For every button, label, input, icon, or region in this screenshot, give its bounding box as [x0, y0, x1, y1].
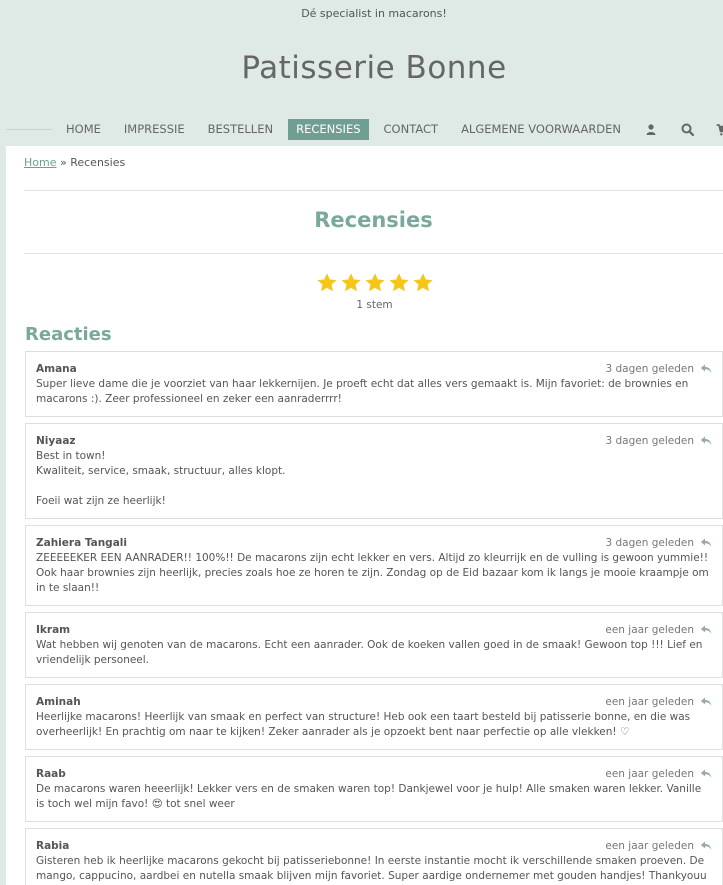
reply-icon[interactable] [700, 624, 712, 636]
review-item: Raab een jaar geleden De macarons waren … [25, 756, 723, 822]
reply-icon[interactable] [700, 768, 712, 780]
reply-icon[interactable] [700, 435, 712, 447]
review-author: Ikram [36, 624, 71, 636]
review-author: Raab [36, 768, 66, 780]
main-content: Home » Recensies Recensies 1 stem Reacti… [6, 146, 723, 885]
review-author: Zahiera Tangali [36, 537, 127, 549]
review-text: ZEEEEEKER EEN AANRADER!! 100%!! De macar… [36, 552, 709, 594]
breadcrumb-current: Recensies [70, 156, 126, 169]
star-icon[interactable] [412, 272, 434, 294]
review-author: Amana [36, 363, 77, 375]
review-list: Amana 3 dagen geleden Super lieve dame d… [25, 351, 723, 885]
breadcrumb-separator: » [59, 156, 67, 169]
star-icon[interactable] [364, 272, 386, 294]
breadcrumb: Home » Recensies [24, 156, 125, 169]
review-time: 3 dagen geleden [605, 363, 694, 375]
star-icon[interactable] [340, 272, 362, 294]
review-item: Aminah een jaar geleden Heerlijke macaro… [25, 684, 723, 750]
review-item: Amana 3 dagen geleden Super lieve dame d… [25, 351, 723, 417]
review-time: een jaar geleden [605, 768, 694, 780]
review-text: De macarons waren heeerlijk! Lekker vers… [36, 783, 702, 810]
star-icon[interactable] [316, 272, 338, 294]
review-item: Niyaaz 3 dagen geleden Best in town! Kwa… [25, 423, 723, 519]
reply-icon[interactable] [700, 840, 712, 852]
review-text: Best in town! Kwaliteit, service, smaak,… [36, 450, 286, 507]
star-icon[interactable] [388, 272, 410, 294]
nav-item-impressie[interactable]: IMPRESSIE [116, 119, 193, 140]
nav-item-contact[interactable]: CONTACT [376, 119, 447, 140]
site-title[interactable]: Patisserie Bonne [0, 50, 723, 86]
vote-count: 1 stem [356, 299, 393, 311]
review-author: Niyaaz [36, 435, 76, 447]
reply-icon[interactable] [700, 363, 712, 375]
review-text: Super lieve dame die je voorziet van haa… [36, 378, 689, 405]
nav-item-bestellen[interactable]: BESTELLEN [200, 119, 281, 140]
main-nav: HOME IMPRESSIE BESTELLEN RECENSIES CONTA… [52, 119, 723, 140]
divider-bottom [24, 253, 723, 254]
review-time: 3 dagen geleden [605, 537, 694, 549]
page-title: Recensies [314, 208, 433, 232]
review-time: een jaar geleden [605, 696, 694, 708]
site-tagline: Dé specialist in macarons! [301, 7, 447, 20]
divider-top [24, 190, 723, 191]
review-author: Rabia [36, 840, 70, 852]
review-text: Wat hebben wij genoten van de macarons. … [36, 639, 703, 666]
review-time: een jaar geleden [605, 840, 694, 852]
review-time: 3 dagen geleden [605, 435, 694, 447]
breadcrumb-home-link[interactable]: Home [24, 156, 56, 169]
review-time: een jaar geleden [605, 624, 694, 636]
nav-item-recensies[interactable]: RECENSIES [288, 119, 369, 140]
reply-icon[interactable] [700, 537, 712, 549]
comments-heading: Reacties [25, 324, 112, 345]
search-icon[interactable] [672, 119, 702, 140]
user-icon[interactable] [636, 119, 666, 140]
review-author: Aminah [36, 696, 81, 708]
review-item: Zahiera Tangali 3 dagen geleden ZEEEEEKE… [25, 525, 723, 606]
review-item: Rabia een jaar geleden Gisteren heb ik h… [25, 828, 723, 885]
rating-stars[interactable] [6, 272, 723, 294]
reply-icon[interactable] [700, 696, 712, 708]
review-text: Heerlijke macarons! Heerlijk van smaak e… [36, 711, 691, 738]
nav-item-algemene-voorwaarden[interactable]: ALGEMENE VOORWAARDEN [453, 119, 629, 140]
nav-item-home[interactable]: HOME [58, 119, 109, 140]
review-item: Ikram een jaar geleden Wat hebben wij ge… [25, 612, 723, 678]
cart-icon[interactable] [708, 119, 723, 140]
review-text: Gisteren heb ik heerlijke macarons gekoc… [36, 855, 707, 882]
